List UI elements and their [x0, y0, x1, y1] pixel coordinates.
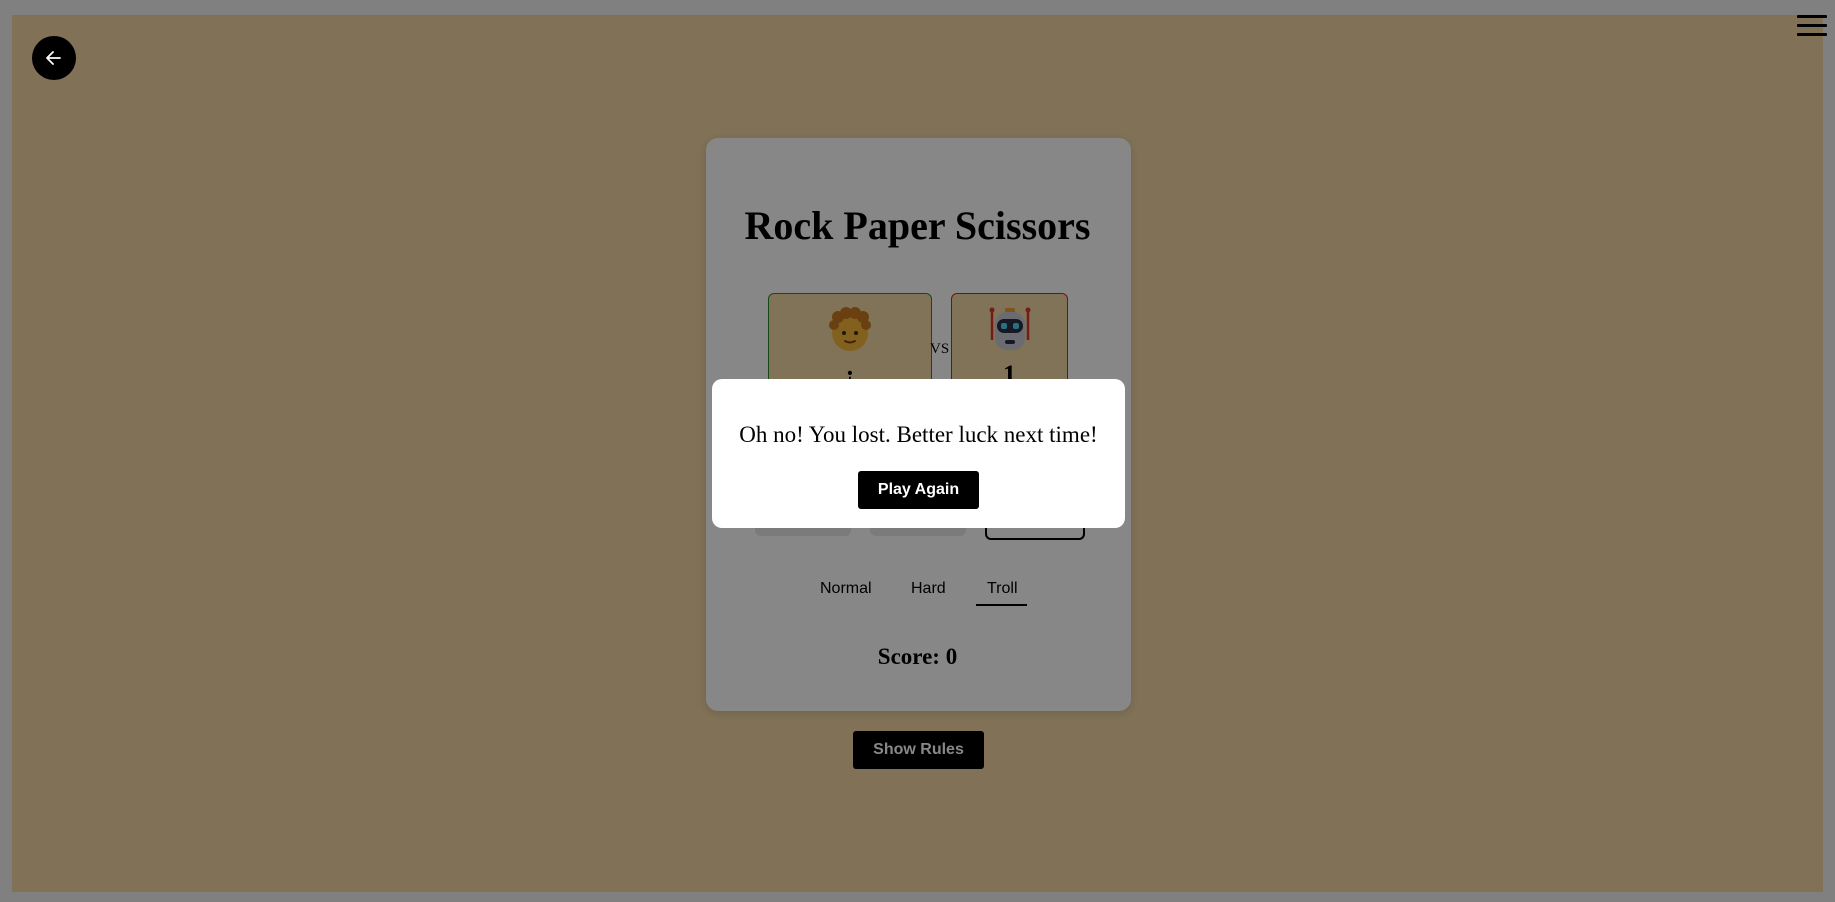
result-message: Oh no! You lost. Better luck next time!	[739, 422, 1098, 447]
back-button[interactable]	[32, 36, 76, 80]
play-again-button[interactable]: Play Again	[858, 471, 979, 509]
hamburger-menu-icon[interactable]	[1797, 14, 1827, 38]
arrow-left-icon	[46, 51, 61, 65]
result-modal: Oh no! You lost. Better luck next time! …	[712, 379, 1125, 528]
